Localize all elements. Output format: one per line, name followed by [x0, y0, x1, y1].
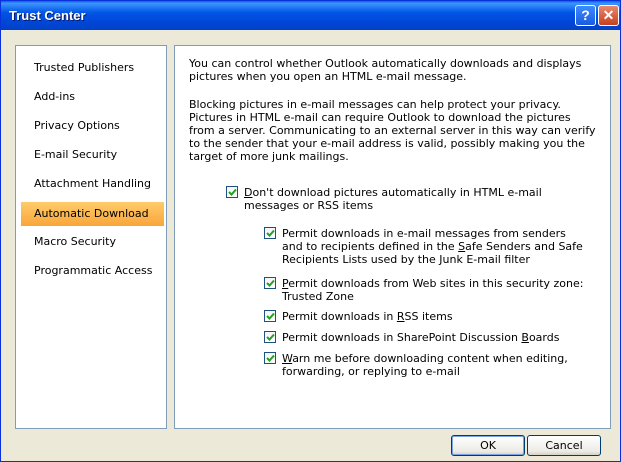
permit-safe-senders-label[interactable]: Permit downloads in e-mail messages from…: [282, 227, 588, 266]
title-bar[interactable]: Trust Center ? ✕: [1, 1, 620, 30]
checkmark-icon: [266, 333, 275, 341]
warn-before-download-label[interactable]: Warn me before downloading content when …: [282, 352, 588, 378]
category-sidebar: Trusted Publishers Add-ins Privacy Optio…: [15, 45, 167, 429]
privacy-note-text: Blocking pictures in e-mail messages can…: [189, 98, 596, 163]
cancel-button[interactable]: Cancel: [527, 435, 601, 456]
dont-download-pictures-label[interactable]: Don't download pictures automatically in…: [244, 186, 544, 212]
sidebar-item-privacy-options[interactable]: Privacy Options: [21, 114, 164, 138]
checkmark-icon: [266, 312, 275, 320]
sidebar-item-trusted-publishers[interactable]: Trusted Publishers: [21, 56, 164, 80]
sidebar-item-add-ins[interactable]: Add-ins: [21, 85, 164, 109]
help-icon: ?: [581, 7, 590, 23]
checkmark-icon: [266, 229, 275, 237]
permit-web-sites-checkbox[interactable]: [264, 277, 276, 289]
sidebar-item-email-security[interactable]: E-mail Security: [21, 143, 164, 167]
dont-download-pictures-checkbox[interactable]: [226, 186, 238, 198]
sidebar-item-macro-security[interactable]: Macro Security: [21, 230, 164, 254]
permit-web-sites-label[interactable]: Permit downloads from Web sites in this …: [282, 277, 588, 303]
close-button[interactable]: ✕: [598, 5, 619, 26]
window-title: Trust Center: [9, 8, 86, 23]
sidebar-item-automatic-download[interactable]: Automatic Download: [21, 202, 164, 226]
settings-panel: You can control whether Outlook automati…: [174, 45, 611, 429]
permit-rss-label[interactable]: Permit downloads in RSS items: [282, 310, 588, 323]
sidebar-item-attachment-handling[interactable]: Attachment Handling: [21, 172, 164, 196]
help-button[interactable]: ?: [575, 5, 596, 26]
permit-sharepoint-label[interactable]: Permit downloads in SharePoint Discussio…: [282, 331, 588, 344]
checkmark-icon: [228, 188, 237, 196]
permit-rss-checkbox[interactable]: [264, 310, 276, 322]
checkmark-icon: [266, 279, 275, 287]
trust-center-dialog: Trust Center ? ✕ Trusted Publishers Add-…: [0, 0, 621, 462]
checkmark-icon: [266, 354, 275, 362]
permit-safe-senders-checkbox[interactable]: [264, 227, 276, 239]
close-icon: ✕: [602, 7, 615, 23]
warn-before-download-checkbox[interactable]: [264, 352, 276, 364]
ok-button[interactable]: OK: [451, 435, 525, 456]
permit-sharepoint-checkbox[interactable]: [264, 331, 276, 343]
sidebar-item-programmatic-access[interactable]: Programmatic Access: [21, 259, 164, 283]
intro-text: You can control whether Outlook automati…: [189, 57, 582, 83]
